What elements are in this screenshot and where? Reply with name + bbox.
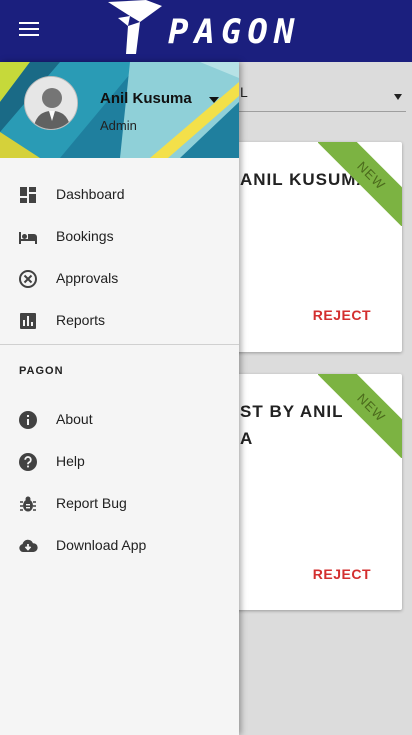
menu-divider (0, 344, 239, 345)
menu-item-label: Dashboard (56, 186, 125, 202)
bug-icon (20, 496, 36, 512)
menu-item-about[interactable]: About (0, 399, 239, 441)
menu-item-bookings[interactable]: Bookings (0, 216, 239, 258)
menu-item-reports[interactable]: Reports (0, 300, 239, 342)
request-card: ST BY ANIL A REJECT NEW (226, 374, 402, 610)
brand-logo-text: PAGON (168, 12, 301, 52)
menu-item-dashboard[interactable]: Dashboard (0, 174, 239, 216)
new-ribbon: NEW (318, 374, 402, 458)
menu-item-label: Download App (56, 537, 147, 553)
help-icon (19, 453, 37, 471)
menu-item-approvals[interactable]: Approvals (0, 258, 239, 300)
menu-item-label: About (56, 411, 93, 427)
dropdown-caret-icon (394, 94, 402, 100)
menu-item-report-bug[interactable]: Report Bug (0, 483, 239, 525)
primary-menu: Dashboard Bookings Approvals Reports (0, 174, 239, 342)
secondary-menu: About Help Report Bug Download App (0, 399, 239, 567)
user-role: Admin (100, 118, 137, 133)
bed-icon (19, 232, 37, 244)
menu-item-download-app[interactable]: Download App (0, 525, 239, 567)
app-bar: PAGON (0, 0, 412, 62)
user-silhouette-icon (25, 77, 77, 129)
menu-item-label: Bookings (56, 228, 114, 244)
avatar[interactable] (24, 76, 78, 130)
new-badge-label: NEW (318, 142, 402, 226)
dashboard-icon (20, 187, 36, 203)
menu-item-label: Report Bug (56, 495, 127, 511)
cancel-circle-icon (19, 270, 37, 288)
filter-select-value: L (240, 84, 248, 100)
menu-item-label: Help (56, 453, 85, 469)
bar-chart-icon (20, 313, 36, 329)
user-name: Anil Kusuma (100, 90, 192, 107)
reject-button[interactable]: REJECT (313, 307, 371, 323)
drawer-header: Anil Kusuma Admin (0, 62, 239, 158)
new-ribbon: NEW (318, 142, 402, 226)
request-card: ANIL KUSUMA REJECT NEW (226, 142, 402, 352)
reject-button[interactable]: REJECT (313, 566, 371, 582)
account-dropdown-icon[interactable] (209, 97, 219, 103)
filter-select[interactable]: L (236, 70, 406, 112)
cloud-download-icon (19, 539, 38, 552)
menu-item-label: Approvals (56, 270, 119, 286)
info-icon (19, 411, 37, 429)
new-badge-label: NEW (318, 374, 402, 458)
hamburger-menu-icon[interactable] (19, 22, 39, 40)
navigation-drawer: Anil Kusuma Admin Dashboard Bookings App… (0, 62, 239, 735)
menu-item-label: Reports (56, 312, 106, 328)
menu-item-help[interactable]: Help (0, 441, 239, 483)
menu-section-title: PAGON (19, 365, 64, 377)
pagon-logo-mark-icon (108, 0, 162, 54)
